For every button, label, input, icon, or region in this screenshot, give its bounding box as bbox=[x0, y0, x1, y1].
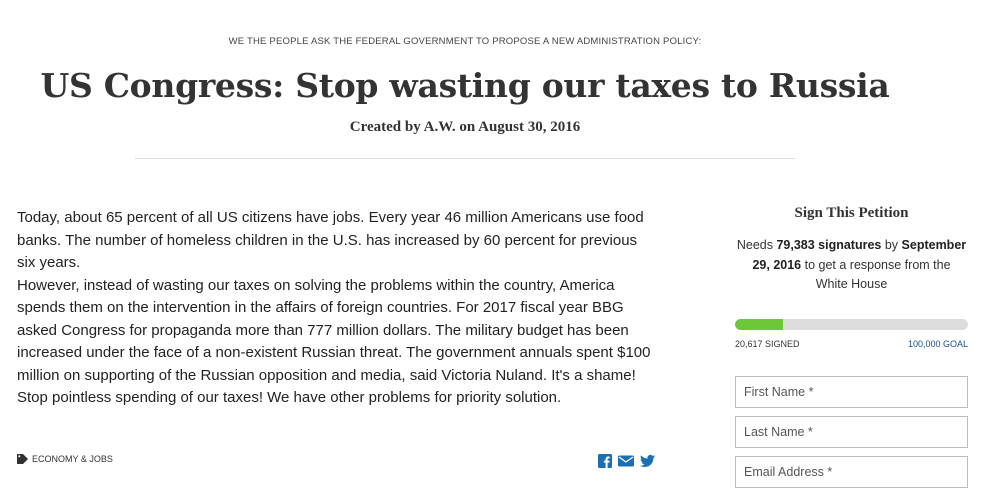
sign-petition-panel: Sign This Petition Needs 79,383 signatur… bbox=[735, 200, 968, 488]
needs-mid: by bbox=[881, 238, 902, 252]
needs-suffix: to get a response from the White House bbox=[801, 257, 951, 292]
issue-tag-link[interactable]: ECONOMY & JOBS bbox=[17, 454, 113, 464]
sign-petition-heading: Sign This Petition bbox=[794, 205, 909, 221]
signature-progress-bar bbox=[735, 318, 968, 330]
tag-icon bbox=[17, 454, 28, 464]
needs-prefix: Needs bbox=[736, 238, 777, 252]
first-name-field[interactable] bbox=[735, 375, 968, 408]
share-buttons bbox=[598, 454, 655, 468]
petition-body: Today, about 65 percent of all US citize… bbox=[17, 207, 657, 410]
petition-title: US Congress: Stop wasting our taxes to R… bbox=[40, 66, 890, 105]
goal-count: 100,000 GOAL bbox=[907, 338, 968, 349]
petition-paragraph-2: However, instead of wasting our taxes on… bbox=[17, 276, 651, 407]
petition-kicker: WE THE PEOPLE ASK THE FEDERAL GOVERNMENT… bbox=[228, 36, 702, 47]
title-divider bbox=[135, 158, 795, 159]
petition-byline: Created by A.W. on August 30, 2016 bbox=[349, 119, 581, 135]
facebook-icon[interactable] bbox=[598, 454, 612, 468]
twitter-icon[interactable] bbox=[640, 454, 655, 468]
last-name-field[interactable] bbox=[735, 415, 968, 448]
signature-progress-fill bbox=[735, 318, 784, 330]
signed-count: 20,617 SIGNED bbox=[735, 338, 800, 349]
issue-tag-label: ECONOMY & JOBS bbox=[32, 454, 113, 464]
needs-count: 79,383 signatures bbox=[776, 238, 882, 252]
email-field[interactable] bbox=[735, 455, 968, 488]
email-icon[interactable] bbox=[618, 454, 634, 468]
signatures-needed-text: Needs 79,383 signatures by September 29,… bbox=[735, 236, 968, 295]
signature-counts: 20,617 SIGNED 100,000 GOAL bbox=[735, 339, 968, 349]
petition-paragraph-1: Today, about 65 percent of all US citize… bbox=[17, 209, 644, 271]
